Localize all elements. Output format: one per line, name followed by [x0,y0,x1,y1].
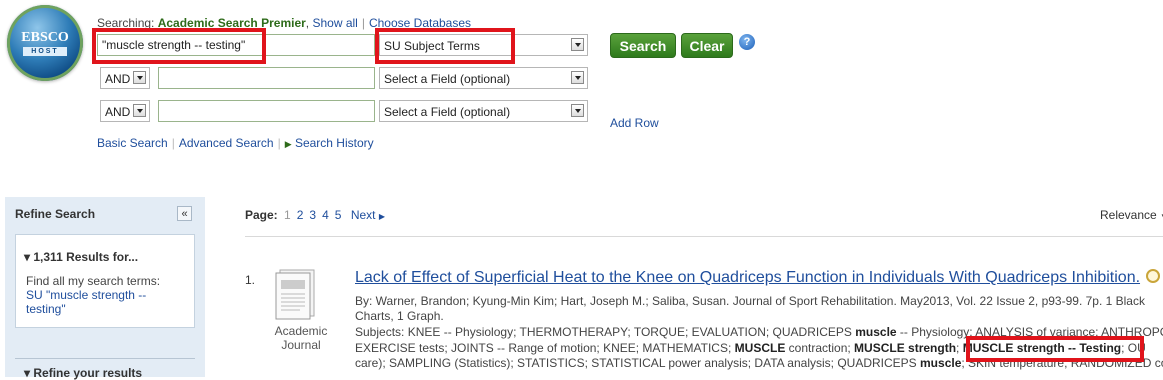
sort-dropdown[interactable]: Relevance ▼ [1100,208,1163,222]
results-count-label: 1,311 Results for... [33,250,139,264]
next-page-link[interactable]: Next ▶ [348,208,388,222]
field-select-3-value: Select a Field (optional) [384,105,511,119]
triangle-right-icon: ▶ [284,139,292,149]
subjects-text: ; [956,340,963,355]
result-citation: By: Warner, Brandon; Kyung-Min Kim; Hart… [355,294,1163,324]
page-5-link[interactable]: 5 [332,208,345,222]
subjects-text: care); SAMPLING (Statistics); STATISTICS… [355,356,921,370]
chevron-down-icon [571,38,584,51]
page-3-link[interactable]: 3 [306,208,319,222]
refine-results-label: Refine your results [33,366,143,380]
search-term-link[interactable]: SU "muscle strength -- testing" [26,288,186,316]
subjects-text: contraction; [785,340,855,355]
collapse-triangle-icon: ▾ [24,366,31,380]
add-row-link[interactable]: Add Row [610,116,659,130]
refine-title: Refine Search [15,207,96,221]
boolean-select-3[interactable]: AND [100,100,150,122]
chevron-down-icon [133,104,146,117]
help-icon[interactable]: ? [739,34,755,50]
search-button[interactable]: Search [610,33,676,58]
annotation-box-field [375,28,515,64]
boolean-select-2-value: AND [105,72,131,86]
chevron-down-icon [571,104,584,117]
chevron-down-icon [571,71,584,84]
journal-document-icon[interactable] [272,268,318,320]
advanced-search-link[interactable]: Advanced Search [179,136,274,150]
search-term-input-3[interactable] [158,100,375,122]
preview-magnifier-icon[interactable] [1146,269,1160,283]
find-all-label: Find all my search terms: [26,274,161,288]
sort-value: Relevance [1100,208,1157,222]
publication-type: Academic Journal [262,324,340,352]
pub-type-line1: Academic [274,324,328,338]
clear-button[interactable]: Clear [681,33,733,58]
citation-line2: Charts, 1 Graph. [355,309,444,323]
page-label: Page: [245,208,278,222]
field-select-2[interactable]: Select a Field (optional) [379,67,588,89]
search-links: Basic Search | Advanced Search | ▶ Search Hi… [97,136,374,150]
subjects-text: EXERCISE tests; JOINTS -- Range of motio… [355,340,735,355]
logo-text-bottom: HOST [23,47,67,56]
search-term-input-2[interactable] [158,67,375,89]
subjects-highlight: MUSCLE [734,340,786,355]
page-2-link[interactable]: 2 [294,208,307,222]
subjects-highlight: muscle [920,356,962,370]
result-number: 1. [245,273,256,287]
page-4-link[interactable]: 4 [319,208,332,222]
subjects-highlight: muscle [855,325,897,339]
show-all-link[interactable]: Show all [312,16,357,30]
field-select-3[interactable]: Select a Field (optional) [379,100,588,122]
refine-divider [15,358,195,359]
boolean-select-2[interactable]: AND [100,67,150,89]
citation-line1: By: Warner, Brandon; Kyung-Min Kim; Hart… [355,294,1145,308]
boolean-select-3-value: AND [105,105,131,119]
chevron-down-icon [133,71,146,84]
annotation-box-search-term [92,28,266,64]
annotation-box-subject [966,336,1144,362]
pub-type-line2: Journal [281,338,321,352]
field-select-2-value: Select a Field (optional) [384,72,511,86]
divider [245,236,1163,237]
logo-text-top: EBSCO [21,30,69,45]
subjects-highlight: MUSCLE strength [854,340,957,355]
page-1: 1 [284,208,291,222]
next-label: Next [350,208,376,222]
refine-results-heading[interactable]: ▾ Refine your results [24,366,142,380]
subjects-text: Subjects: KNEE -- Physiology; THERMOTHER… [355,325,856,339]
result-title-link[interactable]: Lack of Effect of Superficial Heat to th… [355,269,1140,287]
ebsco-host-logo[interactable]: EBSCO HOST [7,5,83,81]
search-history-link[interactable]: Search History [295,136,374,150]
collapse-panel-button[interactable]: « [177,206,192,221]
pager: Page: 12345 Next ▶ [245,208,388,222]
results-count[interactable]: ▾ 1,311 Results for... [24,250,138,264]
collapse-triangle-icon: ▾ [24,250,31,264]
triangle-right-icon: ▶ [378,212,385,221]
basic-search-link[interactable]: Basic Search [97,136,168,150]
